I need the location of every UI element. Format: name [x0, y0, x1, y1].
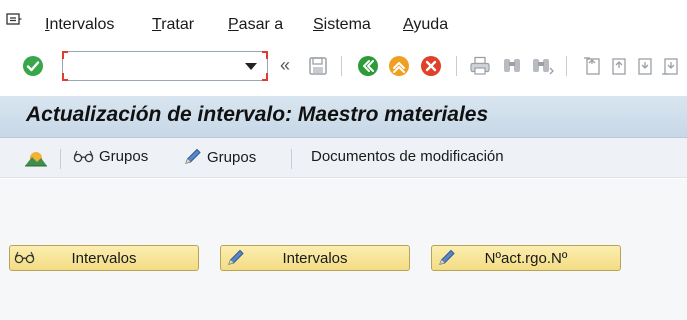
last-page-icon [662, 58, 678, 75]
find-button[interactable] [500, 54, 524, 78]
cancel-button[interactable] [419, 54, 443, 78]
glasses-icon [73, 150, 94, 162]
exit-icon [389, 56, 409, 76]
main-area: Intervalos Intervalos Nºact.rgo.Nº [0, 179, 687, 320]
save-button[interactable] [306, 54, 330, 78]
field-corner [262, 73, 268, 81]
find-next-button[interactable] [530, 54, 554, 78]
application-toolbar: Grupos Grupos Documentos de modificación [0, 138, 687, 178]
previous-page-icon [612, 58, 626, 75]
toolbar-separator [60, 149, 61, 169]
exit-button[interactable] [387, 54, 411, 78]
next-page-button[interactable] [632, 54, 656, 78]
pencil-icon [185, 148, 201, 164]
command-field[interactable] [62, 51, 268, 81]
back-icon [358, 56, 378, 76]
button-label: Nºact.rgo.Nº [484, 249, 568, 267]
field-corner [62, 73, 68, 81]
pencil-icon [228, 249, 244, 265]
page-title: Actualización de intervalo: Maestro mate… [26, 103, 489, 126]
menu-bar: Intervalos Tratar Pasar a Sistema Ayuda [0, 0, 687, 44]
menu-pasar-a[interactable]: Pasar a [228, 16, 283, 34]
glasses-icon [14, 251, 35, 264]
title-bar: Actualización de intervalo: Maestro mate… [0, 96, 687, 138]
field-corner [62, 51, 68, 59]
app-toolbar-change-documents-button[interactable]: Documentos de modificación [311, 148, 504, 165]
cancel-icon [421, 56, 441, 76]
save-icon [309, 57, 327, 75]
toolbar-separator [566, 56, 567, 76]
status-number-range-button[interactable]: Nºact.rgo.Nº [431, 245, 621, 271]
app-toolbar-grupos-display-button[interactable]: Grupos [73, 148, 148, 165]
chevron-down-icon[interactable] [245, 63, 257, 70]
pencil-icon [439, 249, 455, 265]
field-corner [262, 51, 268, 59]
enter-icon [23, 56, 43, 76]
button-label: Intervalos [71, 249, 137, 267]
enter-button[interactable] [21, 54, 45, 78]
menu-icon[interactable] [6, 13, 22, 27]
back-button[interactable] [356, 54, 380, 78]
find-icon [504, 59, 520, 72]
menu-ayuda[interactable]: Ayuda [403, 16, 448, 34]
toolbar-separator [291, 149, 292, 169]
app-toolbar-grupos-edit-button[interactable]: Grupos [183, 148, 256, 166]
print-button[interactable] [468, 54, 492, 78]
intervalos-display-button[interactable]: Intervalos [9, 245, 199, 271]
toolbar-separator [456, 56, 457, 76]
next-page-icon [638, 58, 652, 75]
app-toolbar-landscape-button[interactable] [24, 148, 52, 168]
command-input[interactable] [69, 56, 237, 76]
first-page-icon [584, 57, 600, 75]
find-next-icon [533, 59, 554, 75]
toolbar-separator [341, 56, 342, 76]
menu-intervalos[interactable]: Intervalos [45, 16, 114, 34]
first-page-button[interactable] [580, 54, 604, 78]
previous-page-button[interactable] [606, 54, 630, 78]
menu-tratar[interactable]: Tratar [152, 16, 194, 34]
print-icon [470, 56, 490, 75]
standard-toolbar: « [0, 44, 687, 88]
menu-sistema[interactable]: Sistema [313, 16, 371, 34]
last-page-button[interactable] [658, 54, 682, 78]
button-label: Intervalos [282, 249, 348, 267]
landscape-icon [25, 152, 47, 167]
collapse-command-field-icon[interactable]: « [280, 55, 290, 76]
intervalos-edit-button[interactable]: Intervalos [220, 245, 410, 271]
